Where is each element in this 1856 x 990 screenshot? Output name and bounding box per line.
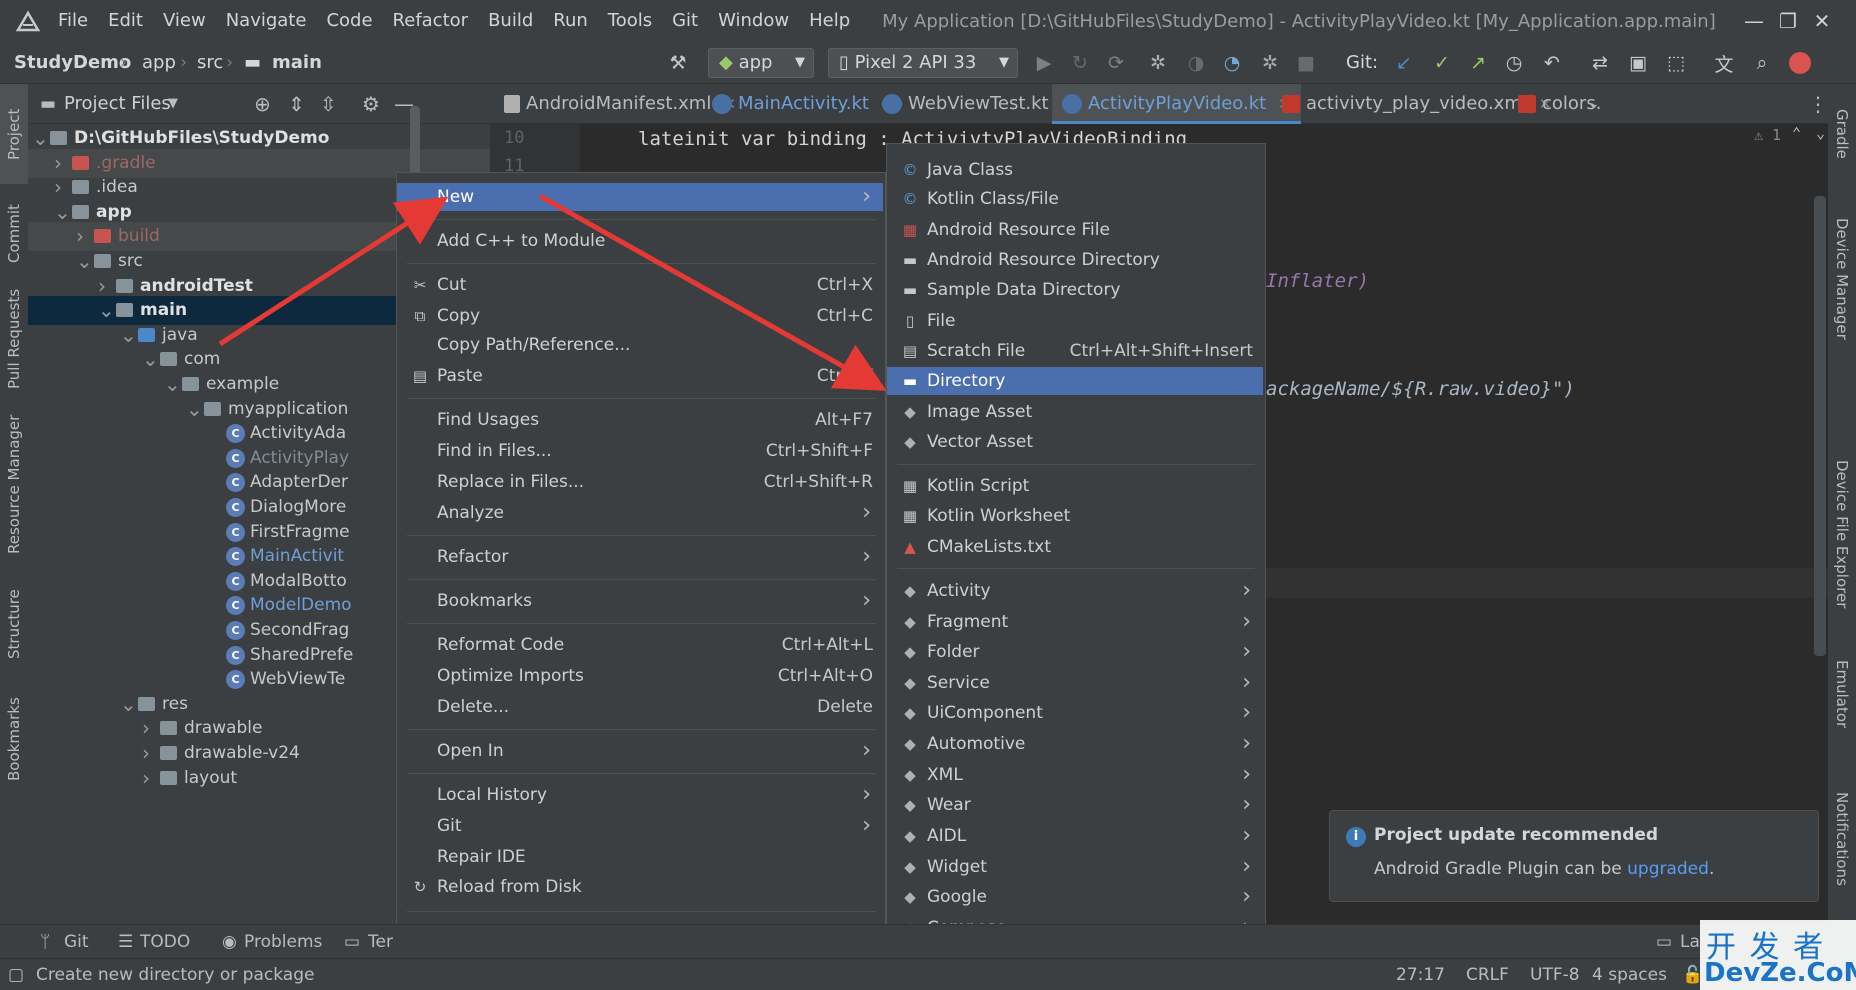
arrow-new-to-directory	[538, 193, 887, 391]
annotation-arrows	[218, 193, 887, 391]
arrow-main-to-new	[218, 196, 449, 347]
